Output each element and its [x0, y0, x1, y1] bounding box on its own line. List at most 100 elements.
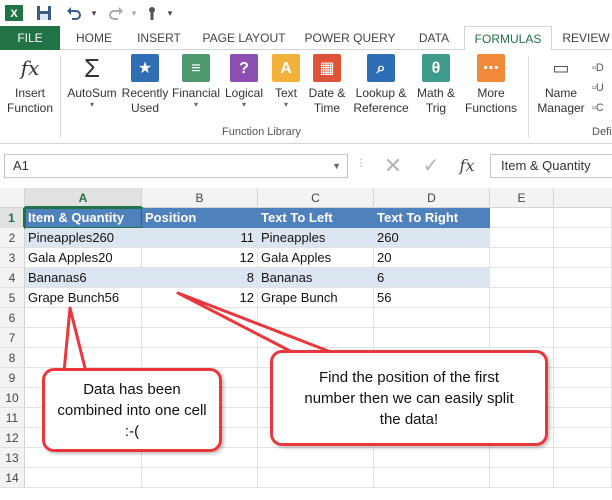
- grid-cell[interactable]: [554, 308, 612, 328]
- grid-cell[interactable]: [142, 468, 258, 488]
- lookup-reference-button[interactable]: ⌕ Lookup & Reference: [350, 54, 412, 116]
- tab-data[interactable]: DATA: [408, 26, 460, 50]
- table-cell[interactable]: Bananas6: [25, 268, 142, 288]
- table-cell[interactable]: 8: [142, 268, 258, 288]
- grid-cell[interactable]: [490, 448, 554, 468]
- grid-cell[interactable]: [258, 328, 374, 348]
- grid-cell[interactable]: [258, 448, 374, 468]
- table-cell[interactable]: Grape Bunch: [258, 288, 374, 308]
- grid-cell[interactable]: [490, 228, 554, 248]
- table-cell[interactable]: 20: [374, 248, 490, 268]
- grid-cell[interactable]: [374, 308, 490, 328]
- table-cell[interactable]: 56: [374, 288, 490, 308]
- grid-cell[interactable]: [374, 328, 490, 348]
- logical-button[interactable]: ? Logical ▾: [222, 54, 266, 109]
- grid-cell[interactable]: [142, 308, 258, 328]
- column-header-f[interactable]: [554, 188, 612, 208]
- table-header-cell[interactable]: Item & Quantity: [24, 207, 143, 229]
- row-header-10[interactable]: 10: [0, 388, 25, 408]
- autosum-button[interactable]: Σ AutoSum ▾: [64, 54, 120, 109]
- defined-names-small-buttons[interactable]: ▫D ▫U ▫C: [592, 58, 612, 118]
- tab-file[interactable]: FILE: [0, 26, 60, 50]
- table-cell[interactable]: Grape Bunch56: [25, 288, 142, 308]
- grid-cell[interactable]: [554, 248, 612, 268]
- table-cell[interactable]: 11: [142, 228, 258, 248]
- tab-home[interactable]: HOME: [66, 26, 122, 50]
- column-header-d[interactable]: D: [374, 188, 490, 208]
- enter-check-icon[interactable]: ✓: [418, 154, 444, 178]
- grid-cell[interactable]: [374, 448, 490, 468]
- column-header-e[interactable]: E: [490, 188, 554, 208]
- tab-insert[interactable]: INSERT: [130, 26, 188, 50]
- math-trig-button[interactable]: θ Math & Trig: [412, 54, 460, 116]
- grid-cell[interactable]: [554, 228, 612, 248]
- table-cell[interactable]: 12: [142, 288, 258, 308]
- grid-cell[interactable]: [554, 468, 612, 488]
- undo-icon[interactable]: [64, 3, 84, 23]
- customize-qat-icon[interactable]: ▾: [160, 3, 180, 23]
- financial-button[interactable]: ≡ Financial ▾: [170, 54, 222, 109]
- select-all-corner[interactable]: [0, 188, 25, 208]
- grid-cell[interactable]: [142, 328, 258, 348]
- grid-cell[interactable]: [25, 328, 142, 348]
- table-cell[interactable]: 260: [374, 228, 490, 248]
- cancel-icon[interactable]: ✕: [380, 154, 406, 178]
- table-cell[interactable]: Pineapples260: [25, 228, 142, 248]
- grid-cell[interactable]: [258, 468, 374, 488]
- grid-cell[interactable]: [490, 268, 554, 288]
- row-header-12[interactable]: 12: [0, 428, 25, 448]
- name-box[interactable]: A1 ▼: [4, 154, 348, 178]
- grid-cell[interactable]: [258, 308, 374, 328]
- table-cell[interactable]: 12: [142, 248, 258, 268]
- grid-cell[interactable]: [554, 208, 612, 228]
- grid-cell[interactable]: [554, 288, 612, 308]
- column-header-b[interactable]: B: [142, 188, 258, 208]
- grid-cell[interactable]: [554, 348, 612, 368]
- row-header-13[interactable]: 13: [0, 448, 25, 468]
- row-header-2[interactable]: 2: [0, 228, 25, 248]
- table-header-cell[interactable]: Text To Left: [258, 208, 374, 228]
- row-header-9[interactable]: 9: [0, 368, 25, 388]
- row-header-5[interactable]: 5: [0, 288, 25, 308]
- grid-cell[interactable]: [142, 348, 258, 368]
- row-header-11[interactable]: 11: [0, 408, 25, 428]
- grid-cell[interactable]: [490, 308, 554, 328]
- text-button[interactable]: A Text ▾: [268, 54, 304, 109]
- grid-cell[interactable]: [25, 308, 142, 328]
- row-header-3[interactable]: 3: [0, 248, 25, 268]
- table-cell[interactable]: Bananas: [258, 268, 374, 288]
- grid-cell[interactable]: [25, 468, 142, 488]
- grid-cell[interactable]: [490, 468, 554, 488]
- table-cell[interactable]: 6: [374, 268, 490, 288]
- tab-page-layout[interactable]: PAGE LAYOUT: [196, 26, 292, 50]
- table-cell[interactable]: Gala Apples20: [25, 248, 142, 268]
- column-header-c[interactable]: C: [258, 188, 374, 208]
- row-header-8[interactable]: 8: [0, 348, 25, 368]
- grid-cell[interactable]: [490, 248, 554, 268]
- tab-power-query[interactable]: POWER QUERY: [300, 26, 400, 50]
- tab-review[interactable]: REVIEW: [558, 26, 612, 50]
- date-time-button[interactable]: ▦ Date & Time: [304, 54, 350, 116]
- grid-cell[interactable]: [374, 468, 490, 488]
- save-icon[interactable]: [34, 3, 54, 23]
- redo-dropdown-icon[interactable]: ▾: [124, 3, 144, 23]
- grid-cell[interactable]: [554, 268, 612, 288]
- table-cell[interactable]: Pineapples: [258, 228, 374, 248]
- column-header-a[interactable]: A: [25, 188, 142, 208]
- row-header-7[interactable]: 7: [0, 328, 25, 348]
- grid-cell[interactable]: [25, 348, 142, 368]
- row-header-14[interactable]: 14: [0, 468, 25, 488]
- name-manager-button[interactable]: ▭ Name Manager: [532, 54, 590, 116]
- row-header-6[interactable]: 6: [0, 308, 25, 328]
- grid-cell[interactable]: [490, 328, 554, 348]
- redo-icon[interactable]: [106, 3, 126, 23]
- grid-cell[interactable]: [554, 388, 612, 408]
- table-cell[interactable]: Gala Apples: [258, 248, 374, 268]
- grid-cell[interactable]: [554, 428, 612, 448]
- row-header-1[interactable]: 1: [0, 208, 25, 228]
- undo-dropdown-icon[interactable]: ▾: [84, 3, 104, 23]
- row-header-4[interactable]: 4: [0, 268, 25, 288]
- chevron-down-icon[interactable]: ▼: [332, 155, 341, 177]
- recently-used-button[interactable]: ★ Recently Used: [120, 54, 170, 116]
- insert-function-button[interactable]: fx Insert Function: [2, 54, 58, 116]
